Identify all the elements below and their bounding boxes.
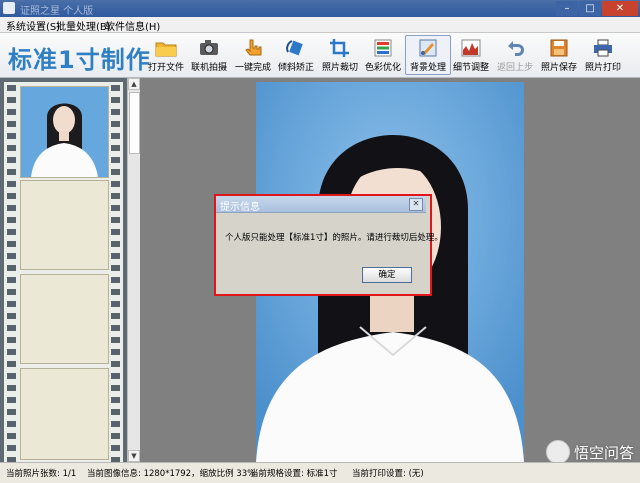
- tool-label: 倾斜矫正: [277, 63, 314, 73]
- tool-label: 背景处理: [409, 63, 446, 73]
- save-icon: [550, 39, 568, 57]
- scroll-thumb[interactable]: [129, 92, 140, 154]
- thumbnail-strip: [0, 78, 127, 462]
- folder-icon: [155, 42, 177, 57]
- thumbnail-empty-slot[interactable]: [20, 274, 109, 364]
- message-dialog: 提示信息 ✕ 个人版只能处理【标准1寸】的照片。请进行裁切后处理。 确定: [214, 194, 443, 296]
- open-file-button[interactable]: 打开文件: [144, 36, 188, 74]
- thumbnail-empty-slot[interactable]: [20, 368, 109, 460]
- crop-button[interactable]: 照片裁切: [318, 36, 362, 74]
- menu-batch-processing[interactable]: 批量处理(B): [56, 18, 111, 33]
- tool-label: 打开文件: [147, 63, 184, 73]
- printer-icon: [594, 39, 612, 57]
- print-photo-button[interactable]: 照片打印: [581, 36, 625, 74]
- color-optimize-button[interactable]: 色彩优化: [361, 36, 405, 74]
- thumbnail-photo[interactable]: [20, 86, 109, 178]
- tilt-correct-button[interactable]: 倾斜矫正: [274, 36, 318, 74]
- status-spec: 当前规格设置: 标准1寸: [250, 469, 338, 479]
- toolbar: 标准1寸制作 打开文件 联机拍摄 一键完成 倾斜矫正 照片裁切 色彩优化 背景处…: [0, 33, 640, 78]
- tool-label: 照片打印: [584, 63, 621, 73]
- tool-label: 照片保存: [540, 63, 577, 73]
- maximize-button[interactable]: □: [579, 1, 601, 16]
- status-print: 当前打印设置: (无): [352, 469, 424, 479]
- save-photo-button[interactable]: 照片保存: [537, 36, 581, 74]
- detail-adjust-button[interactable]: 细节调整: [449, 36, 493, 74]
- dialog-close-button[interactable]: ✕: [409, 198, 423, 211]
- camera-icon: [200, 40, 218, 55]
- scroll-down-arrow[interactable]: ▼: [128, 450, 140, 462]
- dialog-title: 提示信息: [220, 202, 260, 213]
- color-bars-icon: [374, 39, 392, 57]
- watermark: 悟空问答: [545, 440, 634, 464]
- rotate-icon: [286, 40, 303, 56]
- status-image-info: 当前图像信息: 1280*1792，缩放比例 33%: [87, 469, 256, 479]
- tool-label: 照片裁切: [321, 63, 358, 73]
- status-photo-count: 当前照片张数: 1/1: [6, 469, 77, 479]
- thumbnail-empty-slot[interactable]: [20, 180, 109, 270]
- ok-button[interactable]: 确定: [362, 267, 412, 283]
- capture-button[interactable]: 联机拍摄: [187, 36, 231, 74]
- status-bar: 当前照片张数: 1/1 当前图像信息: 1280*1792，缩放比例 33% 当…: [0, 462, 640, 483]
- crop-icon: [330, 39, 349, 57]
- dialog-title-bar: 提示信息 ✕: [216, 196, 426, 213]
- dialog-message: 个人版只能处理【标准1寸】的照片。请进行裁切后处理。: [225, 233, 443, 243]
- tool-label: 细节调整: [452, 63, 489, 73]
- portrait-thumbnail: [21, 87, 108, 177]
- menu-bar: 系统设置(S) 批量处理(B) 软件信息(H): [0, 17, 640, 33]
- histogram-icon: [461, 39, 481, 57]
- window-title: 证照之星 个人版: [20, 6, 94, 17]
- menu-software-info[interactable]: 软件信息(H): [105, 18, 160, 33]
- background-brush-icon: [419, 39, 437, 57]
- title-bar: 证照之星 个人版 – □ ✕: [0, 0, 640, 17]
- tool-label: 返回上步: [496, 63, 533, 73]
- tool-label: 联机拍摄: [190, 63, 227, 73]
- minimize-button[interactable]: –: [556, 1, 578, 16]
- background-process-button[interactable]: 背景处理: [405, 35, 451, 75]
- watermark-logo: [545, 440, 570, 464]
- watermark-text: 悟空问答: [573, 443, 634, 462]
- undo-button[interactable]: 返回上步: [493, 36, 537, 74]
- app-icon: [3, 2, 15, 14]
- thumbnail-scrollbar[interactable]: ▲ ▼: [127, 78, 140, 462]
- one-click-button[interactable]: 一键完成: [231, 36, 275, 74]
- menu-system-settings[interactable]: 系统设置(S): [6, 18, 60, 33]
- close-button[interactable]: ✕: [602, 1, 638, 16]
- app-heading: 标准1寸制作: [8, 46, 151, 74]
- tool-label: 色彩优化: [364, 63, 401, 73]
- hand-pointer-icon: [245, 39, 262, 56]
- tool-label: 一键完成: [234, 63, 271, 73]
- undo-icon: [508, 41, 524, 56]
- scroll-up-arrow[interactable]: ▲: [128, 78, 140, 90]
